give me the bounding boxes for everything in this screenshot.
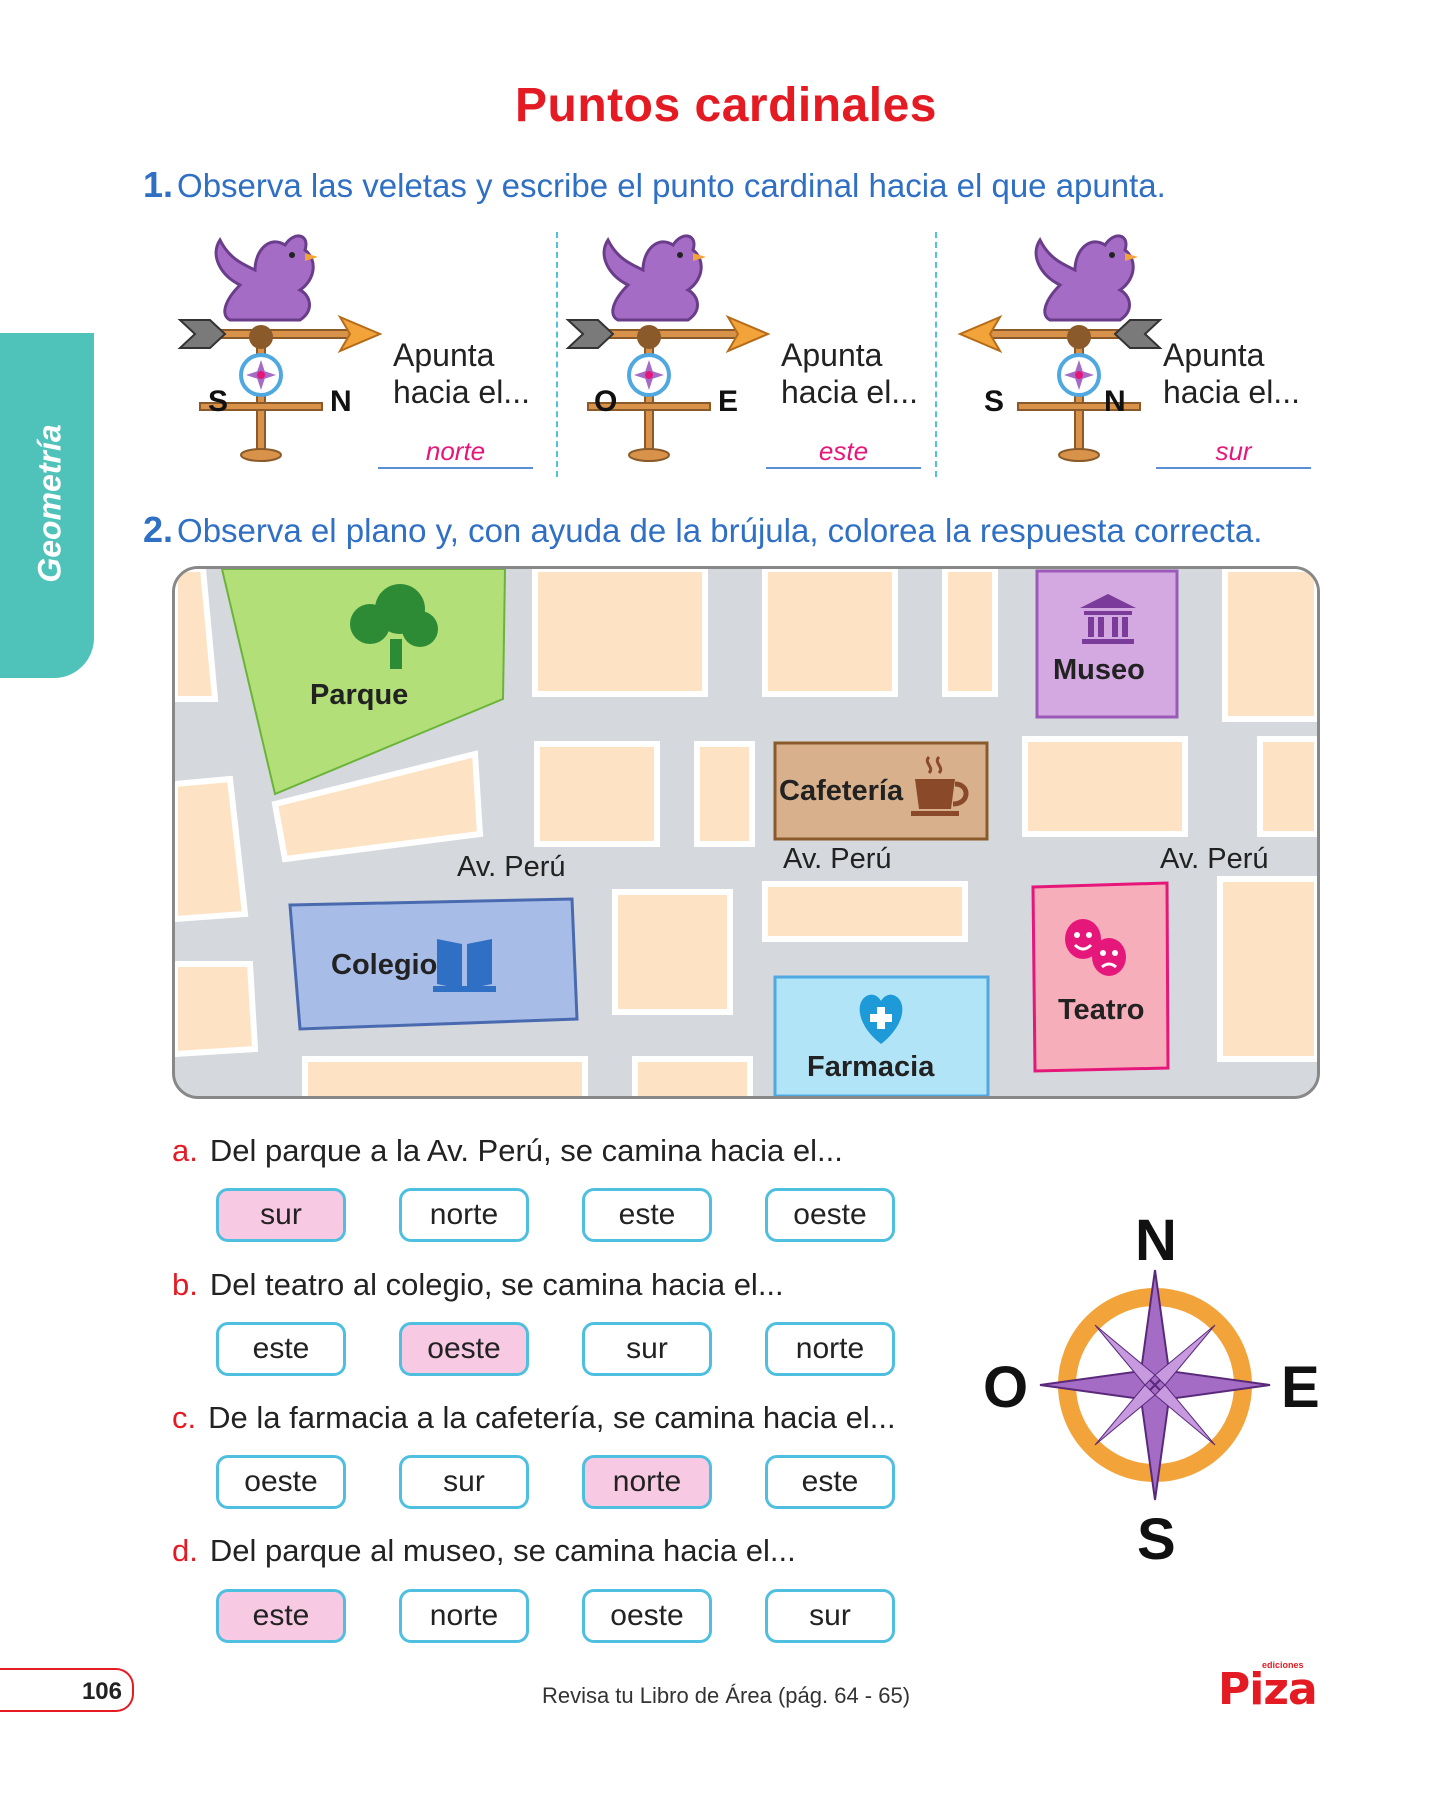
answer-option[interactable]: sur xyxy=(765,1589,895,1643)
vane-3-right-letter: N xyxy=(1104,385,1126,418)
street-label: Av. Perú xyxy=(1160,843,1269,875)
divider xyxy=(556,232,558,477)
answer-option[interactable]: oeste xyxy=(399,1322,529,1376)
vane-2-label-line2: hacia el... xyxy=(781,374,918,410)
city-map: Parque Museo Cafetería Colegio Teatro Fa… xyxy=(172,566,1320,1099)
answer-option[interactable]: oeste xyxy=(216,1455,346,1509)
vane-2-left-letter: O xyxy=(594,385,618,418)
answer-option[interactable]: este xyxy=(216,1322,346,1376)
map-label-teatro: Teatro xyxy=(1058,994,1145,1026)
vane-2-answer[interactable]: este xyxy=(766,436,921,469)
compass-west: O xyxy=(983,1355,1029,1420)
section-tab-label: Geometría xyxy=(31,424,68,583)
compass-north: N xyxy=(1135,1208,1177,1273)
question-c-text: De la farmacia a la cafetería, se camina… xyxy=(208,1400,896,1435)
map-label-cafeteria: Cafetería xyxy=(779,775,904,807)
vane-3-answer[interactable]: sur xyxy=(1156,436,1311,469)
compass-rose-icon xyxy=(1039,1269,1271,1501)
answer-option[interactable]: este xyxy=(765,1455,895,1509)
map-label-parque: Parque xyxy=(310,679,409,711)
vane-1-label-line1: Apunta xyxy=(393,337,495,373)
question-1-text: Observa las veletas y escribe el punto c… xyxy=(177,167,1166,204)
question-2: 2. Observa el plano y, con ayuda de la br… xyxy=(143,509,1262,551)
compass-south: S xyxy=(1137,1507,1176,1572)
street-label: Av. Perú xyxy=(783,843,892,875)
answer-option[interactable]: oeste xyxy=(582,1589,712,1643)
question-2-text: Observa el plano y, con ayuda de la brúj… xyxy=(177,512,1263,549)
answer-option[interactable]: norte xyxy=(582,1455,712,1509)
question-1: 1. Observa las veletas y escribe el punto… xyxy=(143,164,1166,206)
weather-vane-1 xyxy=(179,234,381,463)
map-label-colegio: Colegio xyxy=(331,949,438,981)
question-a-letter: a. xyxy=(172,1133,198,1168)
vane-1-left-letter: S xyxy=(208,385,229,418)
question-b: b. Del teatro al colegio, se camina hacia… xyxy=(172,1267,784,1303)
map-label-museo: Museo xyxy=(1053,654,1145,686)
question-b-letter: b. xyxy=(172,1267,198,1302)
vane-3-label: Apunta hacia el... xyxy=(1163,337,1300,411)
question-1-number: 1. xyxy=(143,164,174,205)
answer-option[interactable]: norte xyxy=(399,1589,529,1643)
answer-option[interactable]: norte xyxy=(765,1322,895,1376)
map-label-farmacia: Farmacia xyxy=(807,1051,935,1083)
question-b-text: Del teatro al colegio, se camina hacia e… xyxy=(209,1267,784,1302)
weather-vane-2 xyxy=(567,234,769,463)
page-title: Puntos cardinales xyxy=(515,79,937,132)
answer-option[interactable]: sur xyxy=(582,1322,712,1376)
vane-1-label: Apunta hacia el... xyxy=(393,337,530,411)
question-d-text: Del parque al museo, se camina hacia el.… xyxy=(209,1533,796,1568)
question-2-number: 2. xyxy=(143,509,174,550)
question-a: a. Del parque a la Av. Perú, se camina ha… xyxy=(172,1133,843,1169)
vane-1-answer[interactable]: norte xyxy=(378,436,533,469)
weather-vane-3 xyxy=(959,234,1161,463)
answer-option[interactable]: sur xyxy=(216,1188,346,1242)
answer-option[interactable]: este xyxy=(216,1589,346,1643)
vane-1-right-letter: N xyxy=(330,385,352,418)
vane-3-label-line2: hacia el... xyxy=(1163,374,1300,410)
answer-option[interactable]: norte xyxy=(399,1188,529,1242)
vane-1-label-line2: hacia el... xyxy=(393,374,530,410)
vane-2-label-line1: Apunta xyxy=(781,337,883,373)
vane-3-label-line1: Apunta xyxy=(1163,337,1265,373)
question-c: c. De la farmacia a la cafetería, se cami… xyxy=(172,1400,896,1436)
answer-option[interactable]: este xyxy=(582,1188,712,1242)
publisher-logo: Piza xyxy=(1218,1664,1318,1715)
question-c-letter: c. xyxy=(172,1400,197,1435)
street-label: Av. Perú xyxy=(457,851,566,883)
divider xyxy=(935,232,937,477)
answer-option[interactable]: oeste xyxy=(765,1188,895,1242)
vane-3-left-letter: S xyxy=(984,385,1005,418)
question-d-letter: d. xyxy=(172,1533,198,1568)
compass-east: E xyxy=(1281,1355,1320,1420)
answer-option[interactable]: sur xyxy=(399,1455,529,1509)
question-a-text: Del parque a la Av. Perú, se camina haci… xyxy=(209,1133,843,1168)
vane-2-label: Apunta hacia el... xyxy=(781,337,918,411)
question-d: d. Del parque al museo, se camina hacia e… xyxy=(172,1533,796,1569)
vane-2-right-letter: E xyxy=(718,385,739,418)
